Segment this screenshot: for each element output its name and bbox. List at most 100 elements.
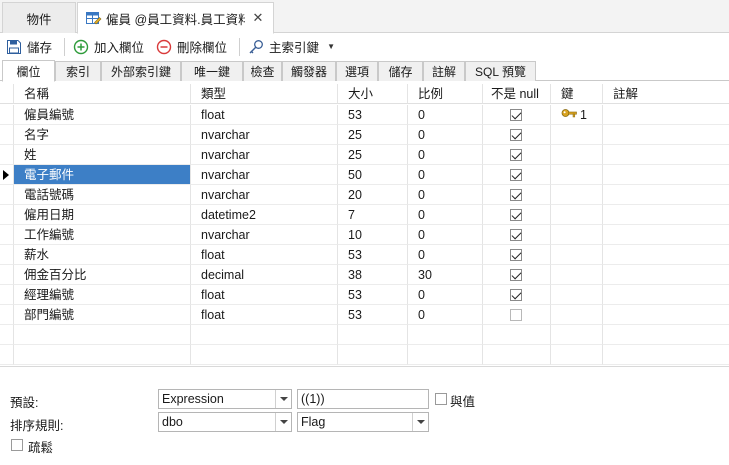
header-scale[interactable]: 比例 xyxy=(408,84,483,104)
field-comment-cell[interactable] xyxy=(603,165,729,185)
table-row[interactable]: 僱用日期 datetime2 7 0 xyxy=(0,205,729,225)
field-type-cell[interactable]: datetime2 xyxy=(191,205,338,225)
key-cell[interactable] xyxy=(551,205,603,225)
field-comment-cell[interactable] xyxy=(603,145,729,165)
field-scale-cell[interactable]: 0 xyxy=(408,285,483,305)
chevron-down-icon[interactable]: ▼ xyxy=(327,42,335,51)
not-null-checkbox[interactable] xyxy=(510,249,522,261)
chevron-down-icon[interactable] xyxy=(412,413,428,431)
primary-key-button[interactable]: 主索引鍵 ▼ xyxy=(248,36,335,58)
field-comment-cell[interactable] xyxy=(603,305,729,325)
field-name-cell[interactable]: 經理編號 xyxy=(14,285,191,305)
field-scale-cell[interactable]: 0 xyxy=(408,205,483,225)
tab-checks[interactable]: 檢查 xyxy=(243,61,282,81)
key-cell[interactable] xyxy=(551,185,603,205)
field-size-cell[interactable]: 10 xyxy=(338,225,408,245)
close-tab-icon[interactable]: ✕ xyxy=(251,10,265,26)
field-name-cell[interactable]: 名字 xyxy=(14,125,191,145)
field-name-cell[interactable]: 僱員編號 xyxy=(14,105,191,125)
key-cell[interactable] xyxy=(551,285,603,305)
tab-options[interactable]: 選項 xyxy=(336,61,378,81)
field-type-cell[interactable]: float xyxy=(191,245,338,265)
key-cell[interactable] xyxy=(551,165,603,185)
add-field-button[interactable]: 加入欄位 xyxy=(73,36,144,58)
not-null-checkbox[interactable] xyxy=(510,109,522,121)
not-null-checkbox[interactable] xyxy=(510,289,522,301)
field-comment-cell[interactable] xyxy=(603,185,729,205)
header-type[interactable]: 類型 xyxy=(191,84,338,104)
default-type-select[interactable]: Expression xyxy=(158,389,292,409)
not-null-checkbox[interactable] xyxy=(510,149,522,161)
not-null-checkbox[interactable] xyxy=(510,309,522,321)
field-size-cell[interactable]: 53 xyxy=(338,285,408,305)
table-row[interactable]: 電話號碼 nvarchar 20 0 xyxy=(0,185,729,205)
field-scale-cell[interactable]: 0 xyxy=(408,105,483,125)
tab-storage[interactable]: 儲存 xyxy=(378,61,423,81)
key-cell[interactable] xyxy=(551,225,603,245)
header-size[interactable]: 大小 xyxy=(338,84,408,104)
not-null-checkbox[interactable] xyxy=(510,169,522,181)
table-row[interactable]: 電子郵件 nvarchar 50 0 xyxy=(0,165,729,185)
delete-field-button[interactable]: 刪除欄位 xyxy=(156,36,227,58)
field-name-cell[interactable]: 薪水 xyxy=(14,245,191,265)
field-name-cell[interactable]: 僱用日期 xyxy=(14,205,191,225)
field-size-cell[interactable]: 38 xyxy=(338,265,408,285)
field-size-cell[interactable]: 53 xyxy=(338,105,408,125)
field-scale-cell[interactable]: 0 xyxy=(408,245,483,265)
tab-triggers[interactable]: 觸發器 xyxy=(282,61,336,81)
field-type-cell[interactable]: decimal xyxy=(191,265,338,285)
field-size-cell[interactable]: 53 xyxy=(338,245,408,265)
not-null-checkbox[interactable] xyxy=(510,269,522,281)
tab-fields[interactable]: 欄位 xyxy=(2,60,55,82)
field-type-cell[interactable]: float xyxy=(191,305,338,325)
header-not-null[interactable]: 不是 null xyxy=(483,84,551,104)
chevron-down-icon[interactable] xyxy=(275,390,291,408)
header-key[interactable]: 鍵 xyxy=(551,84,603,104)
collation-schema-select[interactable]: dbo xyxy=(158,412,292,432)
default-value-input[interactable]: ((1)) xyxy=(297,389,429,409)
table-row[interactable]: 名字 nvarchar 25 0 xyxy=(0,125,729,145)
key-cell[interactable] xyxy=(551,145,603,165)
field-scale-cell[interactable]: 30 xyxy=(408,265,483,285)
field-size-cell[interactable]: 53 xyxy=(338,305,408,325)
tab-sql-preview[interactable]: SQL 預覽 xyxy=(465,61,536,81)
field-name-cell[interactable]: 姓 xyxy=(14,145,191,165)
table-row[interactable]: 工作編號 nvarchar 10 0 xyxy=(0,225,729,245)
field-name-cell[interactable]: 佣金百分比 xyxy=(14,265,191,285)
key-cell[interactable] xyxy=(551,125,603,145)
table-row[interactable]: 姓 nvarchar 25 0 xyxy=(0,145,729,165)
not-null-checkbox[interactable] xyxy=(510,189,522,201)
tab-comments[interactable]: 註解 xyxy=(423,61,465,81)
field-scale-cell[interactable]: 0 xyxy=(408,305,483,325)
field-comment-cell[interactable] xyxy=(603,265,729,285)
table-row[interactable]: 薪水 float 53 0 xyxy=(0,245,729,265)
tab-unique-keys[interactable]: 唯一鍵 xyxy=(181,61,243,81)
not-null-checkbox[interactable] xyxy=(510,229,522,241)
field-name-cell[interactable]: 電子郵件 xyxy=(14,165,191,185)
tab-table-design[interactable]: 僱員 @員工資料.員工資料... ✕ xyxy=(77,2,274,34)
tab-indexes[interactable]: 索引 xyxy=(55,61,101,81)
key-cell[interactable] xyxy=(551,305,603,325)
table-row[interactable]: 佣金百分比 decimal 38 30 xyxy=(0,265,729,285)
field-scale-cell[interactable]: 0 xyxy=(408,185,483,205)
collation-name-select[interactable]: Flag xyxy=(297,412,429,432)
key-cell[interactable]: 1 xyxy=(551,105,603,125)
field-scale-cell[interactable]: 0 xyxy=(408,225,483,245)
header-comment[interactable]: 註解 xyxy=(603,84,729,104)
field-scale-cell[interactable]: 0 xyxy=(408,145,483,165)
field-type-cell[interactable]: nvarchar xyxy=(191,145,338,165)
save-button[interactable]: 儲存 xyxy=(6,36,52,58)
field-type-cell[interactable]: nvarchar xyxy=(191,165,338,185)
field-name-cell[interactable]: 電話號碼 xyxy=(14,185,191,205)
field-type-cell[interactable]: nvarchar xyxy=(191,225,338,245)
tab-foreign-keys[interactable]: 外部索引鍵 xyxy=(101,61,181,81)
table-row[interactable]: 部門編號 float 53 0 xyxy=(0,305,729,325)
field-name-cell[interactable]: 工作編號 xyxy=(14,225,191,245)
field-type-cell[interactable]: float xyxy=(191,105,338,125)
field-size-cell[interactable]: 50 xyxy=(338,165,408,185)
field-size-cell[interactable]: 25 xyxy=(338,145,408,165)
field-comment-cell[interactable] xyxy=(603,225,729,245)
field-size-cell[interactable]: 20 xyxy=(338,185,408,205)
header-name[interactable]: 名稱 xyxy=(14,84,191,104)
table-row[interactable]: 僱員編號 float 53 0 1 xyxy=(0,105,729,125)
